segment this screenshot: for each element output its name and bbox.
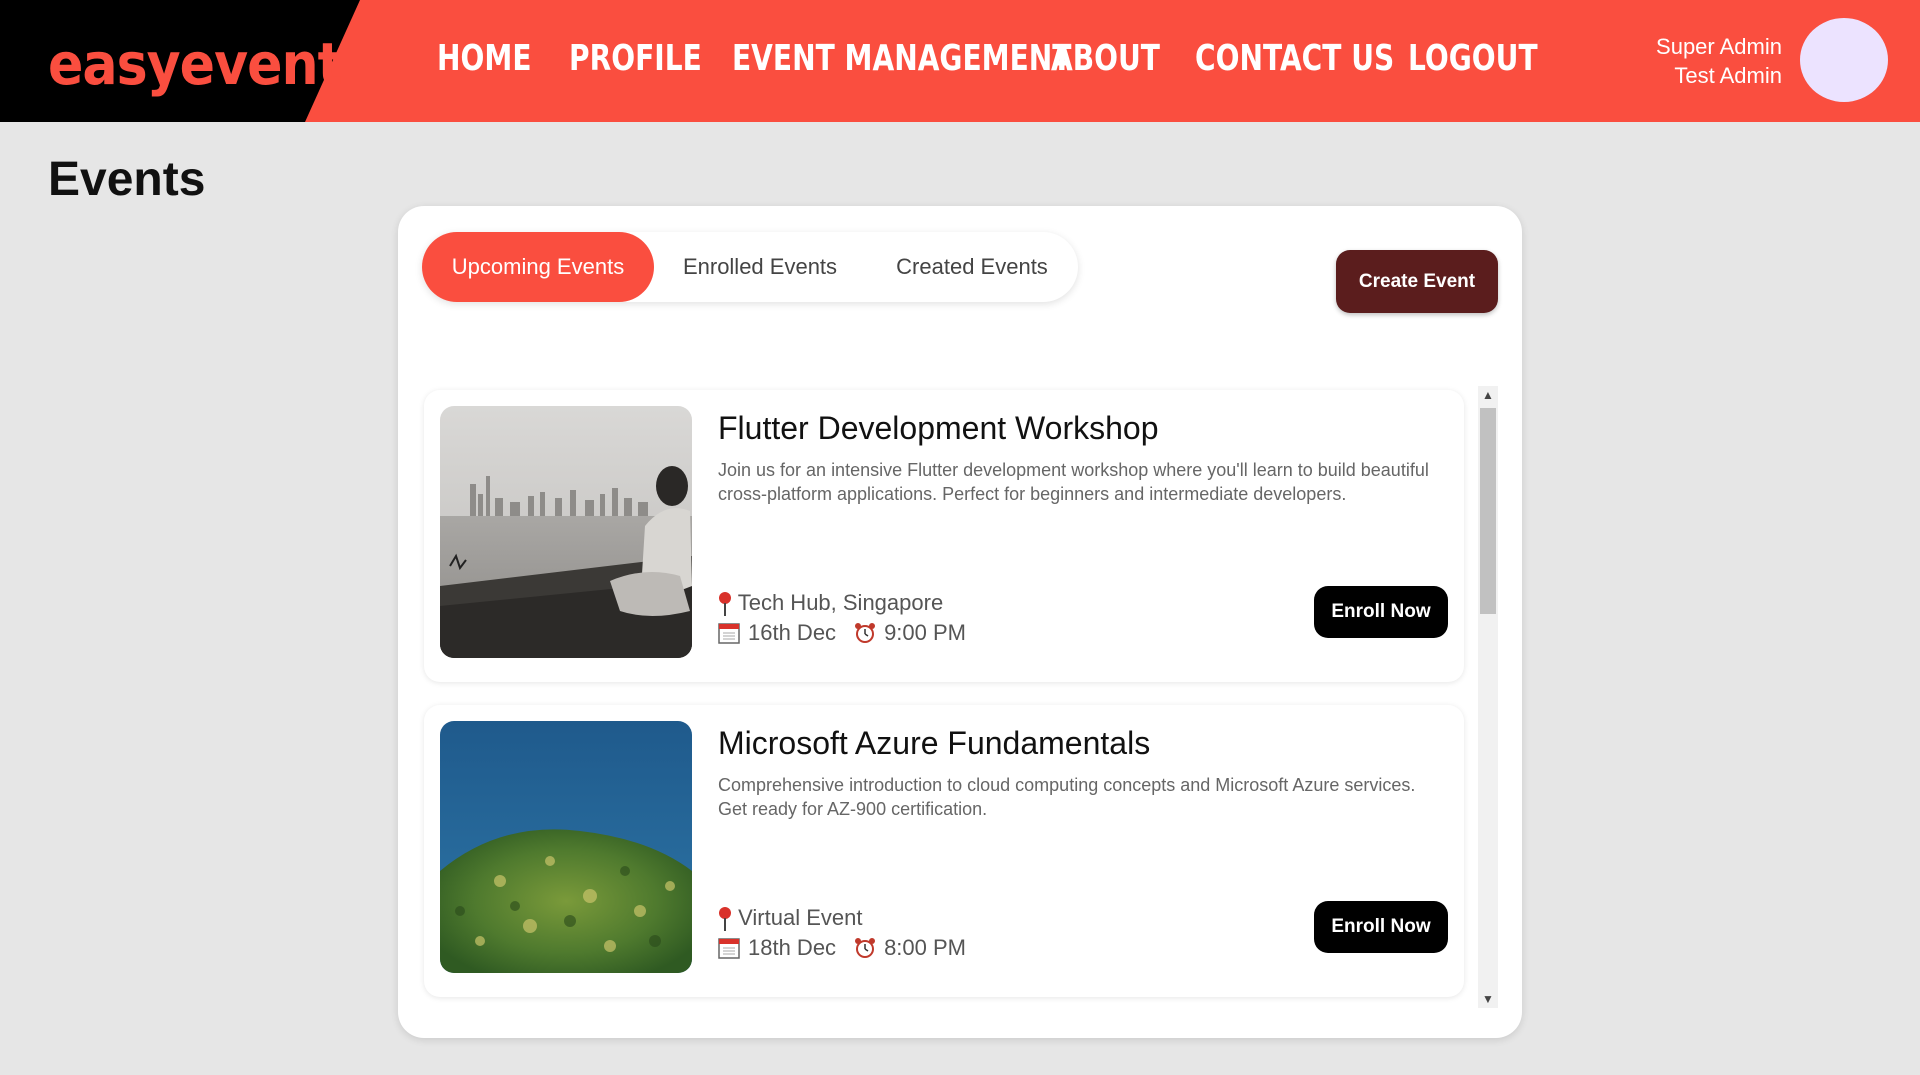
- event-datetime: 18th Dec 8:00 PM: [718, 935, 966, 961]
- logo[interactable]: easyevent: [48, 30, 343, 98]
- scroll-up-arrow-icon[interactable]: ▲: [1478, 386, 1498, 404]
- nav-profile[interactable]: PROFILE: [569, 38, 702, 79]
- event-location: Tech Hub, Singapore: [718, 590, 943, 617]
- event-time: 9:00 PM: [884, 620, 966, 645]
- tab-created-events[interactable]: Created Events: [866, 232, 1078, 302]
- tab-enrolled-events[interactable]: Enrolled Events: [654, 232, 866, 302]
- enroll-now-button[interactable]: Enroll Now: [1314, 586, 1448, 638]
- events-panel: Upcoming Events Enrolled Events Created …: [398, 206, 1522, 1038]
- alarm-clock-icon: [855, 623, 876, 643]
- events-scrollbar[interactable]: ▲ ▼: [1478, 386, 1498, 1008]
- nav-about[interactable]: ABOUT: [1051, 38, 1160, 79]
- nav-logout[interactable]: LOGOUT: [1408, 38, 1538, 79]
- event-card: Flutter Development Workshop Join us for…: [424, 390, 1464, 682]
- event-image: [440, 721, 692, 973]
- event-photo-lakefront: [440, 406, 692, 658]
- event-location-text: Tech Hub, Singapore: [737, 590, 944, 615]
- event-card: Microsoft Azure Fundamentals Comprehensi…: [424, 705, 1464, 997]
- event-description: Join us for an intensive Flutter develop…: [718, 460, 1429, 504]
- event-tabs: Upcoming Events Enrolled Events Created …: [422, 232, 1078, 302]
- user-info: Super Admin Test Admin: [1656, 32, 1782, 90]
- scroll-thumb[interactable]: [1480, 408, 1496, 614]
- event-date: 16th Dec: [748, 620, 837, 645]
- event-photo-forest-coast: [440, 721, 692, 973]
- top-navbar: easyevent HOME PROFILE EVENT MANAGEMENT …: [0, 0, 1920, 122]
- event-location: Virtual Event: [718, 905, 862, 932]
- tab-upcoming-events[interactable]: Upcoming Events: [422, 232, 654, 302]
- event-time: 8:00 PM: [884, 935, 966, 960]
- event-datetime: 16th Dec 9:00 PM: [718, 620, 966, 646]
- user-role: Super Admin: [1656, 34, 1782, 59]
- event-description: Comprehensive introduction to cloud comp…: [718, 775, 1416, 819]
- alarm-clock-icon: [855, 938, 876, 958]
- location-pin-icon: [719, 592, 731, 617]
- create-event-button[interactable]: Create Event: [1336, 250, 1498, 313]
- event-title: Microsoft Azure Fundamentals: [718, 725, 1151, 761]
- nav-event-management[interactable]: EVENT MANAGEMENT: [732, 38, 1071, 79]
- avatar[interactable]: [1800, 18, 1888, 102]
- nav-contact-us[interactable]: CONTACT US: [1195, 38, 1394, 79]
- scroll-down-arrow-icon[interactable]: ▼: [1478, 990, 1498, 1008]
- location-pin-icon: [719, 907, 731, 932]
- event-title: Flutter Development Workshop: [718, 410, 1159, 446]
- user-name: Test Admin: [1674, 63, 1782, 88]
- enroll-now-button[interactable]: Enroll Now: [1314, 901, 1448, 953]
- page-title: Events: [48, 153, 206, 206]
- calendar-icon: [718, 938, 740, 959]
- calendar-icon: [718, 623, 740, 644]
- nav-home[interactable]: HOME: [437, 38, 532, 79]
- event-image: [440, 406, 692, 658]
- event-date: 18th Dec: [748, 935, 837, 960]
- event-location-text: Virtual Event: [738, 905, 863, 930]
